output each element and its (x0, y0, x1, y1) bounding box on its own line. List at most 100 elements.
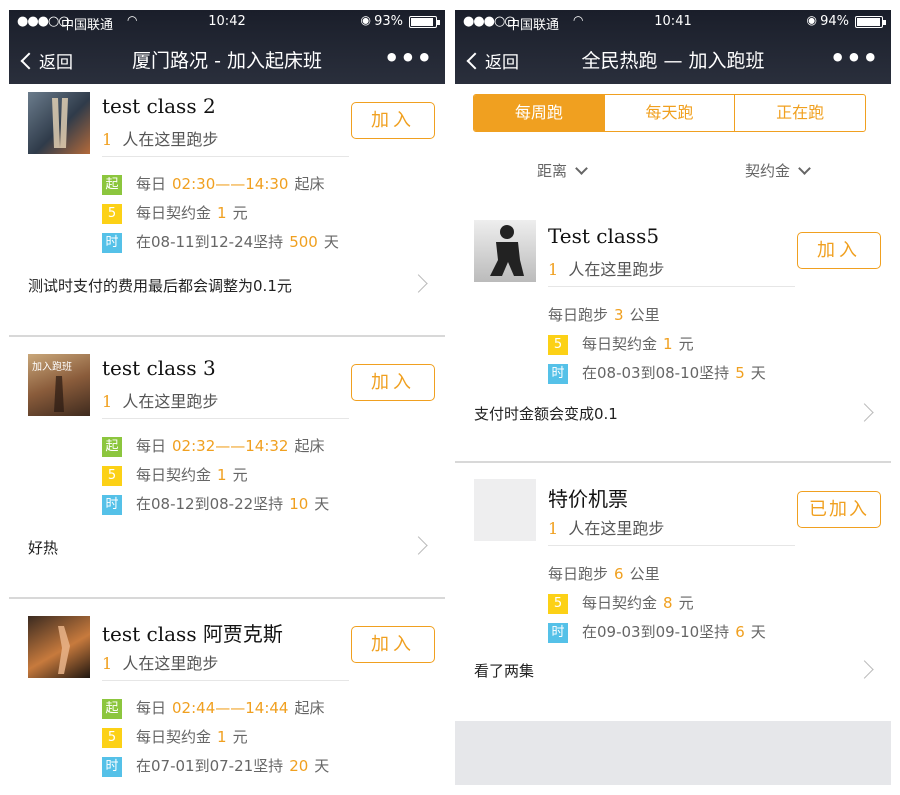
deposit-row: 5 每日契约金 1 元 (548, 333, 694, 355)
time-badge-icon: 时 (548, 363, 568, 384)
battery-icon (855, 16, 886, 28)
time-badge-icon: 时 (102, 232, 122, 253)
time-badge-icon: 时 (548, 622, 568, 643)
wake-badge-icon: 起 (102, 436, 122, 457)
wake-time-row: 起每日 02:44——14:44 起床 (102, 697, 325, 719)
time-badge-icon: 时 (102, 756, 122, 777)
class-card[interactable]: test class 阿贾克斯 1 人在这里跑步 加入 起每日 02:44——14… (9, 608, 445, 785)
chevron-down-icon (575, 162, 588, 175)
nav-bar: 返回 全民热跑 — 加入跑班 ••• (455, 40, 891, 80)
distance-filter-label: 距离 (537, 162, 568, 180)
class-title: 特价机票 (548, 487, 628, 511)
bottom-gray-area (455, 721, 891, 785)
class-title: test class 阿贾克斯 (102, 622, 283, 646)
nav-bar: 返回 厦门路况 - 加入起床班 ••• (9, 40, 445, 80)
deposit-row: 5 每日契约金 1 元 (102, 464, 248, 486)
class-title: Test class5 (548, 224, 660, 248)
status-bar: ●●●○○ 中国联通 ◠ 10:42 ◉ 93% (9, 10, 445, 33)
runner-count: 1 人在这里跑步 (102, 130, 219, 149)
duration-row: 时在08-11到12-24坚持 500 天 (102, 231, 339, 253)
more-icon[interactable]: ••• (830, 44, 879, 72)
status-bar: ●●●○○ 中国联通 ◠ 10:41 ◉ 94% (455, 10, 891, 33)
runner-count: 1 人在这里跑步 (548, 519, 665, 538)
duration-row: 时在07-01到07-21坚持 20 天 (102, 755, 329, 777)
right-phone-screen: ●●●○○ 中国联通 ◠ 10:41 ◉ 94% 返回 全民热跑 — 加入跑班 … (455, 10, 891, 785)
class-thumbnail (474, 479, 536, 541)
join-button[interactable]: 加入 (351, 102, 435, 139)
class-note: 测试时支付的费用最后都会调整为0.1元 (28, 277, 292, 295)
deposit-badge-icon: 5 (102, 465, 122, 486)
class-note: 看了两集 (474, 662, 535, 680)
class-thumbnail (474, 220, 536, 282)
class-thumbnail (28, 92, 90, 154)
deposit-badge-icon: 5 (102, 203, 122, 224)
tab-weekly[interactable]: 每周跑 (474, 95, 604, 131)
duration-row: 时在08-03到08-10坚持 5 天 (548, 362, 766, 384)
page-title: 全民热跑 — 加入跑班 (581, 50, 765, 72)
wake-time-row: 起每日 02:32——14:32 起床 (102, 435, 325, 457)
class-note: 好热 (28, 539, 59, 557)
duration-row: 时在09-03到09-10坚持 6 天 (548, 621, 766, 643)
chevron-down-icon (798, 162, 811, 175)
top-bar: ●●●○○ 中国联通 ◠ 10:41 ◉ 94% 返回 全民热跑 — 加入跑班 … (455, 10, 891, 84)
class-title: test class 2 (102, 94, 216, 118)
chevron-right-icon[interactable] (855, 403, 874, 422)
wake-badge-icon: 起 (102, 698, 122, 719)
class-card[interactable]: 特价机票 1 人在这里跑步 已加入 每日跑步 6 公里 5 每日契约金 8 元 时在09-… (455, 479, 891, 709)
tab-running[interactable]: 正在跑 (734, 95, 865, 131)
left-phone-screen: ●●●○○ 中国联通 ◠ 10:42 ◉ 93% 返回 厦门路况 - 加入起床班… (9, 10, 445, 785)
battery-percent: 94% (820, 14, 849, 29)
page-title: 厦门路况 - 加入起床班 (132, 50, 322, 72)
wake-badge-icon: 起 (102, 174, 122, 195)
class-note: 支付时金额会变成0.1 (474, 405, 618, 423)
chevron-right-icon[interactable] (855, 660, 874, 679)
divider (102, 156, 349, 157)
class-thumbnail: 加入跑班 (28, 354, 90, 416)
deposit-filter[interactable]: 契约金 (745, 160, 811, 181)
deposit-row: 5 每日契约金 1 元 (102, 202, 248, 224)
divider (548, 545, 795, 546)
card-separator (455, 461, 891, 463)
battery-icon (409, 16, 440, 28)
runner-count: 1 人在这里跑步 (102, 654, 219, 673)
class-card[interactable]: 加入跑班 test class 3 1 人在这里跑步 加入 起每日 02:32——… (9, 346, 445, 606)
deposit-badge-icon: 5 (548, 334, 568, 355)
duration-row: 时在08-12到08-22坚持 10 天 (102, 493, 329, 515)
class-thumbnail (28, 616, 90, 678)
class-card[interactable]: Test class5 1 人在这里跑步 加入 每日跑步 3 公里 5 每日契约金 1 元… (455, 220, 891, 460)
deposit-filter-label: 契约金 (745, 162, 791, 180)
chevron-right-icon[interactable] (409, 536, 428, 555)
joined-button[interactable]: 已加入 (797, 491, 881, 528)
wake-time-row: 起每日 02:30——14:30 起床 (102, 173, 325, 195)
deposit-row: 5 每日契约金 8 元 (548, 592, 694, 614)
class-card[interactable]: test class 2 1 人在这里跑步 加入 起每日 02:30——14:30… (9, 84, 445, 344)
runner-count: 1 人在这里跑步 (102, 392, 219, 411)
rotation-lock-icon: ◉ (806, 13, 817, 27)
time-badge-icon: 时 (102, 494, 122, 515)
join-button[interactable]: 加入 (797, 232, 881, 269)
card-separator (9, 335, 445, 337)
svg-text:加入跑班: 加入跑班 (32, 360, 72, 373)
deposit-row: 5 每日契约金 1 元 (102, 726, 248, 748)
class-title: test class 3 (102, 356, 216, 380)
join-button[interactable]: 加入 (351, 364, 435, 401)
battery-percent: 93% (374, 14, 403, 29)
rotation-lock-icon: ◉ (360, 13, 371, 27)
tab-daily[interactable]: 每天跑 (603, 95, 735, 131)
card-separator (9, 597, 445, 599)
runner-count: 1 人在这里跑步 (548, 260, 665, 279)
distance-filter[interactable]: 距离 (537, 160, 588, 181)
divider (102, 418, 349, 419)
deposit-badge-icon: 5 (548, 593, 568, 614)
segmented-tabs: 每周跑 每天跑 正在跑 (473, 94, 866, 132)
top-bar: ●●●○○ 中国联通 ◠ 10:42 ◉ 93% 返回 厦门路况 - 加入起床班… (9, 10, 445, 84)
chevron-right-icon[interactable] (409, 274, 428, 293)
divider (548, 286, 795, 287)
more-icon[interactable]: ••• (384, 44, 433, 72)
join-button[interactable]: 加入 (351, 626, 435, 663)
class-list: test class 2 1 人在这里跑步 加入 起每日 02:30——14:30… (9, 84, 445, 785)
deposit-badge-icon: 5 (102, 727, 122, 748)
daily-distance-row: 每日跑步 3 公里 (548, 306, 660, 324)
divider (102, 680, 349, 681)
class-list: 每周跑 每天跑 正在跑 距离 契约金 Test class5 1 人在这里跑步 … (455, 84, 891, 785)
